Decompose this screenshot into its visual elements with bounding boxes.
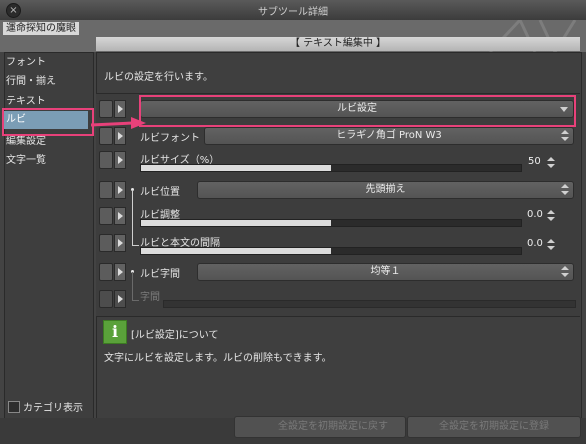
ruby-spacing-label: ルビ字間 xyxy=(140,269,180,280)
ruby-adjust-value[interactable]: 0.0 xyxy=(527,209,543,220)
category-font[interactable]: フォント xyxy=(6,54,88,72)
ruby-position-toggle[interactable] xyxy=(99,181,113,199)
ruby-size-fill xyxy=(141,165,331,171)
category-display-label: カテゴリ表示 xyxy=(23,403,83,414)
char-spacing-label: 字間 xyxy=(140,292,160,303)
tree-line xyxy=(132,190,133,245)
highlight-ruby-category xyxy=(2,108,94,136)
ruby-size-toggle[interactable] xyxy=(99,151,113,169)
ruby-spacing-expand-icon[interactable] xyxy=(114,263,126,281)
category-char-list[interactable]: 文字一覧 xyxy=(6,152,88,170)
register-all-button[interactable]: 全設定を初期設定に登録 xyxy=(407,416,581,438)
ruby-gap-fill xyxy=(141,248,331,254)
info-title: [ルビ設定]について xyxy=(131,330,219,341)
ruby-adjust-toggle[interactable] xyxy=(99,207,113,225)
window-title: サブツール詳細 xyxy=(258,7,328,18)
ruby-gap-slider[interactable] xyxy=(140,247,522,255)
up-down-icon xyxy=(561,184,569,196)
ruby-gap-expand-icon[interactable] xyxy=(114,234,126,252)
ruby-spacing-toggle[interactable] xyxy=(99,263,113,281)
ruby-size-slider[interactable] xyxy=(140,164,522,172)
reset-all-button[interactable]: 全設定を初期設定に戻す xyxy=(234,416,406,438)
ruby-adjust-expand-icon[interactable] xyxy=(114,207,126,225)
ruby-size-value[interactable]: 50 xyxy=(528,156,541,167)
ruby-font-label: ルビフォント xyxy=(140,133,200,144)
category-display-checkbox[interactable] xyxy=(8,401,20,413)
char-spacing-expand-icon[interactable] xyxy=(114,290,126,308)
panel-description: ルビの設定を行います。 xyxy=(104,72,213,83)
ruby-font-dropdown[interactable]: ヒラギノ角ゴ ProN W3 xyxy=(204,127,574,145)
document-title: 運命探知の魔眼 xyxy=(3,22,79,35)
char-spacing-toggle[interactable] xyxy=(99,290,113,308)
ruby-position-expand-icon[interactable] xyxy=(114,181,126,199)
ruby-size-expand-icon[interactable] xyxy=(114,151,126,169)
highlight-arrow-icon xyxy=(91,117,146,129)
mode-bar: 【 テキスト編集中 】 xyxy=(96,37,580,51)
info-icon: i xyxy=(103,320,127,344)
ruby-spacing-value: 均等１ xyxy=(370,266,401,277)
highlight-ruby-setting xyxy=(139,95,576,127)
category-line-spacing[interactable]: 行間・揃え xyxy=(6,73,88,91)
ruby-position-dropdown[interactable]: 先頭揃え xyxy=(197,181,574,199)
ruby-gap-value[interactable]: 0.0 xyxy=(527,238,543,249)
ruby-position-label: ルビ位置 xyxy=(140,187,180,198)
ruby-adjust-spinner-icon[interactable] xyxy=(547,210,555,222)
ruby-font-value: ヒラギノ角ゴ ProN W3 xyxy=(336,130,442,141)
ruby-spacing-dropdown[interactable]: 均等１ xyxy=(197,263,574,281)
char-spacing-slider xyxy=(163,300,576,308)
ruby-adjust-fill xyxy=(141,220,331,226)
reset-all-label: 全設定を初期設定に戻す xyxy=(278,421,388,432)
ruby-size-spinner-icon[interactable] xyxy=(547,157,555,169)
tree-line xyxy=(132,245,139,246)
tree-line xyxy=(132,300,139,301)
ruby-adjust-slider[interactable] xyxy=(140,219,522,227)
ruby-gap-spinner-icon[interactable] xyxy=(547,239,555,251)
tree-line xyxy=(132,272,133,300)
ruby-position-value: 先頭揃え xyxy=(365,184,406,195)
up-down-icon xyxy=(561,130,569,142)
info-body: 文字にルビを設定します。ルビの削除もできます。 xyxy=(104,353,332,364)
up-down-icon xyxy=(561,266,569,278)
ruby-gap-toggle[interactable] xyxy=(99,234,113,252)
